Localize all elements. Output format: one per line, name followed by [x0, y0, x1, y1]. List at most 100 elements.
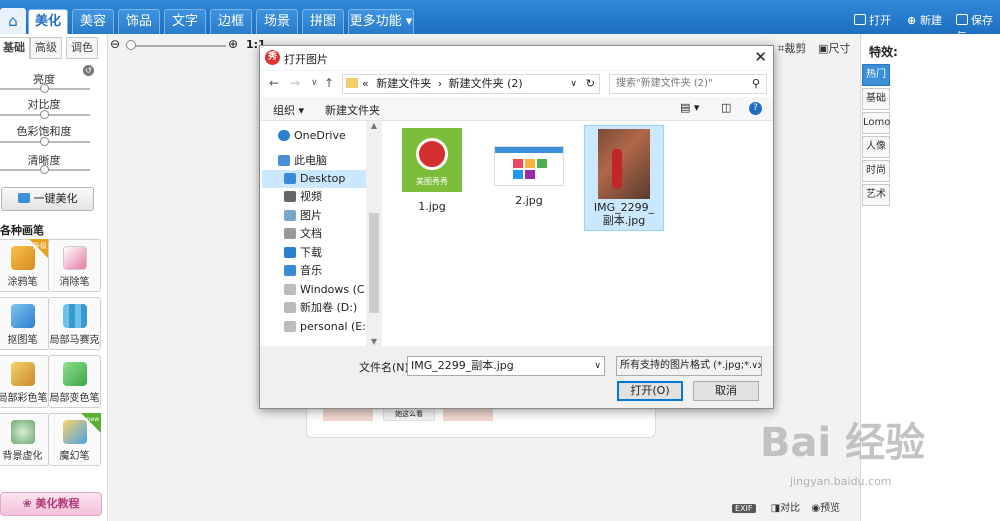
scroll-thumb[interactable] — [369, 213, 379, 313]
tool-cutout-pen[interactable]: 抠图笔 — [0, 297, 49, 350]
tool-label: 局部变色笔 — [49, 393, 100, 404]
tool-label: 涂鸦笔 — [7, 277, 38, 288]
open-file-button[interactable]: 打开(O) — [617, 381, 683, 401]
close-icon[interactable]: ✕ — [754, 48, 767, 66]
exif-button[interactable]: EXIF — [732, 504, 756, 513]
status-bar: EXIF ◨对比 ◉预览 — [732, 499, 840, 514]
address-bar[interactable]: « 新建文件夹 › 新建文件夹 (2) ∨ ↻ — [342, 74, 600, 94]
tool-local-recolor-pen[interactable]: 局部变色笔 — [48, 355, 101, 408]
effect-tab-portrait[interactable]: 人像 — [862, 136, 890, 158]
folder-icon — [346, 78, 358, 88]
brightness-slider[interactable] — [0, 84, 90, 93]
effect-tab-basic[interactable]: 基础 — [862, 88, 890, 110]
tab-color[interactable]: 调色 — [66, 37, 98, 59]
effect-tab-fashion[interactable]: 时尚 — [862, 160, 890, 182]
zoom-in-icon[interactable]: ⊕ — [228, 37, 238, 51]
cancel-button[interactable]: 取消 — [693, 381, 759, 401]
saturation-slider[interactable] — [0, 137, 90, 146]
tab-basic[interactable]: 基础 — [0, 37, 30, 59]
file-item[interactable]: 2.jpg — [489, 128, 569, 207]
slider-knob[interactable] — [40, 165, 49, 174]
plus-icon: ⊕ — [907, 14, 921, 27]
home-icon[interactable]: ⌂ — [0, 8, 26, 34]
filetype-value: 所有支持的图片格式 (*.jpg;*.jp — [620, 360, 762, 371]
filename-input[interactable]: IMG_2299_副本.jpg ∨ — [407, 356, 605, 376]
chevron-down-icon[interactable]: ∨ — [570, 75, 577, 93]
scroll-up-arrow[interactable]: ▲ — [366, 121, 382, 130]
slider-knob[interactable] — [40, 84, 49, 93]
back-icon[interactable]: ← — [269, 76, 279, 90]
up-icon[interactable]: ↑ — [324, 76, 334, 90]
tab-advanced[interactable]: 高级 — [30, 37, 62, 59]
drive-icon — [284, 321, 296, 332]
tool-eraser-pen[interactable]: 消除笔 — [48, 239, 101, 292]
preview-pane-icon[interactable]: ◫ — [721, 101, 731, 114]
tool-background-blur[interactable]: 背景虚化 — [0, 413, 49, 466]
tab-more[interactable]: 更多功能 ▾ — [348, 9, 414, 34]
new-badge-label: new — [86, 416, 99, 423]
chevron-down-icon[interactable]: ∨ — [751, 357, 758, 375]
tab-text[interactable]: 文字 — [164, 9, 206, 34]
beauty-tutorial-button[interactable]: ❀ 美化教程 — [0, 492, 102, 516]
scroll-down-arrow[interactable]: ▼ — [366, 337, 382, 346]
file-thumbnail: 美图秀秀 — [402, 128, 462, 192]
help-icon[interactable]: ? — [749, 102, 762, 115]
open-image-dialog: 秀 打开图片 ✕ ← → ∨ ↑ « 新建文件夹 › 新建文件夹 (2) ∨ ↻… — [259, 45, 774, 409]
effect-tab-hot[interactable]: 热门 — [862, 64, 890, 86]
path-segment[interactable]: 新建文件夹 (2) — [449, 77, 523, 90]
compare-button[interactable]: 对比 — [780, 503, 800, 514]
new-folder-button[interactable]: 新建文件夹 — [325, 102, 380, 118]
search-input[interactable]: 搜索"新建文件夹 (2)" — [609, 74, 767, 94]
forward-icon[interactable]: → — [290, 76, 300, 90]
organize-button[interactable]: 组织 ▾ — [273, 102, 304, 118]
tab-accessories[interactable]: 饰品 — [118, 9, 160, 34]
slider-knob[interactable] — [40, 137, 49, 146]
magic-icon — [17, 193, 30, 203]
file-item-selected[interactable]: IMG_2299_副本.jpg — [584, 125, 664, 231]
size-button[interactable]: ▣尺寸 — [818, 40, 850, 56]
new-button[interactable]: ⊕ 新建 — [907, 12, 942, 28]
chevron-down-icon[interactable]: ∨ — [594, 357, 601, 375]
one-key-beautify-button[interactable]: 一键美化 — [1, 187, 94, 211]
tab-beautify[interactable]: 美化 — [28, 9, 68, 34]
view-icon[interactable]: ▤ ▾ — [680, 101, 699, 114]
dialog-title: 打开图片 — [284, 53, 328, 66]
tree-label: Desktop — [300, 172, 346, 185]
tab-collage[interactable]: 拼图 — [302, 9, 344, 34]
file-name: IMG_2299_副本.jpg — [593, 201, 655, 227]
tab-makeup[interactable]: 美容 — [72, 9, 114, 34]
sharpness-slider[interactable] — [0, 165, 90, 174]
path-separator: › — [437, 77, 443, 90]
tab-scene[interactable]: 场景 — [256, 9, 298, 34]
tree-scrollbar[interactable]: ▲ ▼ — [366, 121, 382, 346]
tool-doodle-pen[interactable]: 升级 涂鸦笔 — [0, 239, 49, 292]
path-segment[interactable]: 新建文件夹 — [376, 77, 431, 90]
tool-label: 局部马赛克 — [49, 335, 100, 346]
recent-dropdown-icon[interactable]: ∨ — [311, 78, 318, 88]
zoom-knob[interactable] — [126, 40, 136, 50]
new-label: 新建 — [920, 14, 943, 27]
filename-label: 文件名(N): — [359, 361, 413, 374]
zoom-out-icon[interactable]: ⊖ — [110, 37, 120, 51]
tab-border[interactable]: 边框 — [210, 9, 252, 34]
zoom-slider[interactable] — [126, 45, 226, 47]
slider-knob[interactable] — [40, 110, 49, 119]
meitu-logo-icon — [416, 138, 448, 170]
tool-local-mosaic[interactable]: 局部马赛克 — [48, 297, 101, 350]
refresh-icon[interactable]: ↻ — [586, 75, 595, 93]
open-button[interactable]: 打开 — [854, 12, 891, 28]
contrast-slider[interactable] — [0, 110, 90, 119]
eraser-icon — [62, 246, 87, 270]
tool-local-color-pen[interactable]: 局部彩色笔 — [0, 355, 49, 408]
mosaic-icon — [62, 304, 87, 328]
tool-magic-pen[interactable]: new 魔幻笔 — [48, 413, 101, 466]
effect-tab-lomo[interactable]: Lomo — [862, 112, 890, 134]
resize-icon: ▣ — [818, 42, 829, 55]
crop-button[interactable]: ⌗裁剪 — [778, 40, 806, 56]
filetype-select[interactable]: 所有支持的图片格式 (*.jpg;*.jp ∨ — [616, 356, 762, 376]
folder-icon — [854, 14, 866, 25]
preview-button[interactable]: 预览 — [820, 503, 840, 514]
search-icon[interactable]: ⚲ — [752, 77, 760, 90]
effect-tab-art[interactable]: 艺术 — [862, 184, 890, 206]
file-item[interactable]: 美图秀秀 1.jpg — [392, 128, 472, 213]
